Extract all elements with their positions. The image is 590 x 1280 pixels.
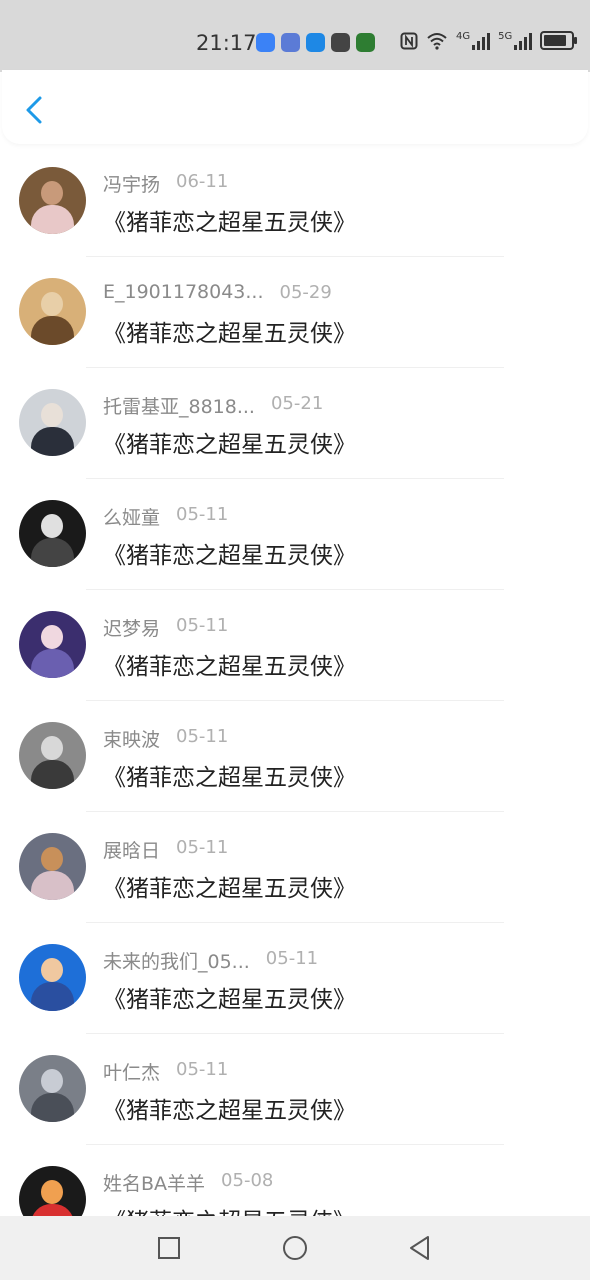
avatar-figure-body — [31, 649, 74, 678]
book-title[interactable]: 《猪菲恋之超星五灵侠》 — [103, 869, 356, 903]
list-item[interactable]: E_1901178043... 05-29 《猪菲恋之超星五灵侠》 — [0, 257, 590, 368]
list-item[interactable]: 展晗日 05-11 《猪菲恋之超星五灵侠》 — [0, 812, 590, 923]
book-title[interactable]: 《猪菲恋之超星五灵侠》 — [103, 536, 356, 570]
avatar[interactable] — [19, 500, 86, 567]
avatar[interactable] — [19, 278, 86, 345]
network-5g-label: 5G — [498, 30, 513, 42]
book-title[interactable]: 《猪菲恋之超星五灵侠》 — [103, 314, 356, 348]
status-bar: 21:17 4G 5G — [0, 0, 590, 72]
avatar-figure-face — [41, 1180, 63, 1204]
list-item[interactable]: 迟梦易 05-11 《猪菲恋之超星五灵侠》 — [0, 590, 590, 701]
avatar-figure-face — [41, 403, 63, 427]
video-app-icon — [356, 33, 375, 52]
post-date: 05-29 — [279, 282, 332, 303]
post-date: 05-11 — [265, 948, 319, 969]
wifi-icon — [427, 32, 447, 50]
book-title[interactable]: 《猪菲恋之超星五灵侠》 — [103, 203, 356, 237]
avatar[interactable] — [19, 611, 86, 678]
book-title[interactable]: 《猪菲恋之超星五灵侠》 — [103, 647, 356, 681]
user-name[interactable]: 么娅童 — [103, 503, 160, 530]
post-date: 05-11 — [176, 504, 229, 525]
book-title[interactable]: 《猪菲恋之超星五灵侠》 — [103, 1091, 356, 1125]
system-nav-bar — [0, 1216, 590, 1280]
user-name[interactable]: 姓名BA羊羊 — [103, 1169, 205, 1196]
system-indicators: 4G 5G — [400, 30, 578, 50]
avatar-figure-body — [31, 538, 74, 567]
user-name[interactable]: 托雷基亚_8818... — [103, 392, 255, 419]
post-date: 05-11 — [176, 837, 229, 858]
music-app-icon — [281, 33, 300, 52]
post-date: 05-11 — [176, 726, 229, 747]
avatar-figure-face — [41, 181, 63, 205]
avatar-figure-body — [31, 871, 74, 900]
avatar-figure-body — [31, 205, 74, 234]
avatar-figure-face — [41, 736, 63, 760]
signal-bars-2-icon — [514, 32, 533, 50]
chevron-left-icon[interactable] — [20, 92, 48, 128]
avatar-figure-body — [31, 760, 74, 789]
avatar-figure-face — [41, 292, 63, 316]
top-app-bar — [2, 70, 588, 144]
list-item[interactable]: 托雷基亚_8818... 05-21 《猪菲恋之超星五灵侠》 — [0, 368, 590, 479]
avatar[interactable] — [19, 389, 86, 456]
user-name[interactable]: 展晗日 — [103, 836, 160, 863]
network-4g-label: 4G — [456, 30, 471, 42]
post-date: 05-21 — [270, 393, 324, 414]
list-item[interactable]: 冯宇扬 06-11 《猪菲恋之超星五灵侠》 — [0, 146, 590, 257]
nfc-icon — [400, 32, 418, 49]
notification-icons — [256, 33, 375, 52]
status-time: 21:17 — [196, 31, 257, 55]
avatar-figure-face — [41, 958, 63, 982]
avatar-figure-body — [31, 982, 74, 1011]
avatar[interactable] — [19, 833, 86, 900]
avatar[interactable] — [19, 167, 86, 234]
book-title[interactable]: 《猪菲恋之超星五灵侠》 — [103, 425, 356, 459]
avatar-figure-body — [31, 316, 74, 345]
user-name[interactable]: 束映波 — [103, 725, 160, 752]
battery-level — [544, 35, 567, 46]
avatar[interactable] — [19, 722, 86, 789]
signal-bars-1-icon — [472, 32, 491, 50]
post-date: 05-11 — [176, 615, 229, 636]
list-item[interactable]: 姓名BA羊羊 05-08 《猪菲恋之超星五灵侠》 — [0, 1145, 590, 1216]
user-name[interactable]: E_1901178043... — [103, 281, 264, 303]
book-title[interactable]: 《猪菲恋之超星五灵侠》 — [103, 758, 356, 792]
avatar-figure-face — [41, 625, 63, 649]
avatar-figure-face — [41, 847, 63, 871]
list-item[interactable]: 叶仁杰 05-11 《猪菲恋之超星五灵侠》 — [0, 1034, 590, 1145]
triangle-back-icon[interactable] — [406, 1234, 434, 1262]
comment-list: 冯宇扬 06-11 《猪菲恋之超星五灵侠》 E_1901178043... 05-29 《… — [0, 146, 590, 1216]
post-date: 05-11 — [176, 1059, 229, 1080]
book-title[interactable]: 《猪菲恋之超星五灵侠》 — [103, 1202, 356, 1216]
avatar[interactable] — [19, 944, 86, 1011]
post-date: 06-11 — [176, 171, 229, 192]
list-item[interactable]: 束映波 05-11 《猪菲恋之超星五灵侠》 — [0, 701, 590, 812]
book-title[interactable]: 《猪菲恋之超星五灵侠》 — [103, 980, 356, 1014]
post-date: 05-08 — [221, 1170, 274, 1191]
avatar[interactable] — [19, 1166, 86, 1216]
avatar-figure-face — [41, 514, 63, 538]
avatar[interactable] — [19, 1055, 86, 1122]
circle-home-icon[interactable] — [281, 1234, 309, 1262]
square-recent-apps-icon[interactable] — [155, 1234, 183, 1262]
user-name[interactable]: 迟梦易 — [103, 614, 160, 641]
avatar-figure-body — [31, 1093, 74, 1122]
avatar-figure-body — [31, 427, 74, 456]
navigation-app-icon — [306, 33, 325, 52]
avatar-figure-body — [31, 1204, 74, 1216]
user-name[interactable]: 叶仁杰 — [103, 1058, 160, 1085]
user-name[interactable]: 未来的我们_05... — [103, 947, 250, 974]
list-item[interactable]: 未来的我们_05... 05-11 《猪菲恋之超星五灵侠》 — [0, 923, 590, 1034]
battery-icon — [540, 31, 578, 50]
user-name[interactable]: 冯宇扬 — [103, 170, 160, 197]
browser-app-icon — [256, 33, 275, 52]
avatar-figure-face — [41, 1069, 63, 1093]
phone-app-icon — [331, 33, 350, 52]
list-item[interactable]: 么娅童 05-11 《猪菲恋之超星五灵侠》 — [0, 479, 590, 590]
